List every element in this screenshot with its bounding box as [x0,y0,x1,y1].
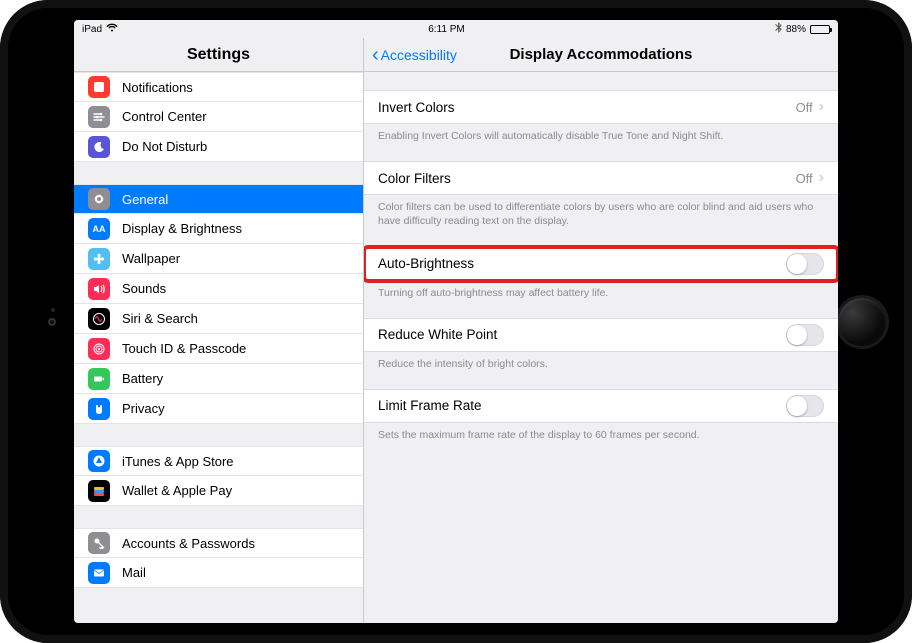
sidebar-item-privacy[interactable]: Privacy [74,394,363,424]
sidebar-item-label: Siri & Search [122,311,198,326]
status-bar: iPad 6:11 PM 88% [74,20,838,38]
sidebar-title: Settings [74,38,363,72]
setting-auto-brightness[interactable]: Auto-Brightness [364,247,838,281]
sidebar-item-label: Mail [122,565,146,580]
setting-label: Limit Frame Rate [378,398,482,413]
setting-value: Off [796,171,813,186]
setting-label: Color Filters [378,171,451,186]
setting-color-filters[interactable]: Color Filters Off › [364,161,838,195]
sidebar-item-control-center[interactable]: Control Center [74,102,363,132]
sidebar-item-label: Do Not Disturb [122,139,207,154]
sidebar-item-label: Notifications [122,80,193,95]
chevron-left-icon: ‹ [372,45,379,65]
setting-note: Reduce the intensity of bright colors. [364,352,838,371]
sidebar-item-display-brightness[interactable]: AA Display & Brightness [74,214,363,244]
sidebar-item-label: Control Center [122,109,207,124]
square-red-icon [88,76,110,98]
battery-icon [88,368,110,390]
sidebar-item-itunes-app-store[interactable]: iTunes & App Store [74,446,363,476]
device-label: iPad [82,24,102,35]
toggle-reduce-white-point[interactable] [786,324,824,346]
sensor-dot [51,308,55,312]
detail-pane: ‹ Accessibility Display Accommodations I… [364,38,838,623]
siri-icon [88,308,110,330]
back-button[interactable]: ‹ Accessibility [372,45,457,65]
sidebar-item-label: iTunes & App Store [122,454,234,469]
sidebar-item-label: Wallet & Apple Pay [122,483,232,498]
AA-icon: AA [88,218,110,240]
sidebar-item-label: General [122,192,168,207]
sidebar-item-sounds[interactable]: Sounds [74,274,363,304]
battery-percent: 88% [786,24,806,35]
sidebar-item-mail[interactable]: Mail [74,558,363,588]
back-label: Accessibility [381,47,457,63]
hand-icon [88,398,110,420]
moon-icon [88,136,110,158]
setting-value: Off [796,100,813,115]
chevron-right-icon: › [819,98,824,116]
setting-note: Enabling Invert Colors will automaticall… [364,124,838,143]
sidebar-item-label: Touch ID & Passcode [122,341,246,356]
clock: 6:11 PM [428,24,465,35]
bluetooth-icon [775,22,782,36]
speaker-icon [88,278,110,300]
mail-icon [88,562,110,584]
page-title: Display Accommodations [510,46,693,63]
home-button[interactable] [838,298,886,346]
flower-icon [88,248,110,270]
sidebar-item-siri-search[interactable]: Siri & Search [74,304,363,334]
chevron-right-icon: › [819,169,824,187]
toggle-limit-frame-rate[interactable] [786,395,824,417]
sidebar-item-label: Privacy [122,401,165,416]
ipad-device-frame: iPad 6:11 PM 88% Settings Notifications C… [0,0,912,643]
detail-header: ‹ Accessibility Display Accommodations [364,38,838,72]
svg-text:AA: AA [93,224,106,234]
settings-sidebar: Settings Notifications Control Center Do N… [74,38,364,623]
sidebar-item-wallet-apple-pay[interactable]: Wallet & Apple Pay [74,476,363,506]
sidebar-item-label: Battery [122,371,163,386]
toggle-auto-brightness[interactable] [786,253,824,275]
sidebar-item-general[interactable]: General [74,184,363,214]
setting-reduce-white-point[interactable]: Reduce White Point [364,318,838,352]
sidebar-item-label: Wallpaper [122,251,180,266]
gear-icon [88,188,110,210]
setting-label: Invert Colors [378,100,455,115]
sidebar-item-label: Accounts & Passwords [122,536,255,551]
setting-invert-colors[interactable]: Invert Colors Off › [364,90,838,124]
sidebar-item-wallpaper[interactable]: Wallpaper [74,244,363,274]
sidebar-item-notifications[interactable]: Notifications [74,72,363,102]
touchid-icon [88,338,110,360]
setting-label: Reduce White Point [378,327,497,342]
wifi-icon [106,23,118,35]
sidebar-item-touch-id-passcode[interactable]: Touch ID & Passcode [74,334,363,364]
key-icon [88,532,110,554]
front-camera [48,318,56,326]
sidebar-item-label: Display & Brightness [122,221,242,236]
sidebar-item-battery[interactable]: Battery [74,364,363,394]
sidebar-item-label: Sounds [122,281,166,296]
wallet-icon [88,480,110,502]
setting-limit-frame-rate[interactable]: Limit Frame Rate [364,389,838,423]
sidebar-item-do-not-disturb[interactable]: Do Not Disturb [74,132,363,162]
sidebar-item-accounts-passwords[interactable]: Accounts & Passwords [74,528,363,558]
setting-note: Turning off auto-brightness may affect b… [364,281,838,300]
screen: iPad 6:11 PM 88% Settings Notifications C… [74,20,838,623]
setting-note: Sets the maximum frame rate of the displ… [364,423,838,442]
switches-icon [88,106,110,128]
battery-icon [810,25,830,34]
setting-label: Auto-Brightness [378,256,474,271]
setting-note: Color filters can be used to differentia… [364,195,838,228]
appstore-icon [88,450,110,472]
